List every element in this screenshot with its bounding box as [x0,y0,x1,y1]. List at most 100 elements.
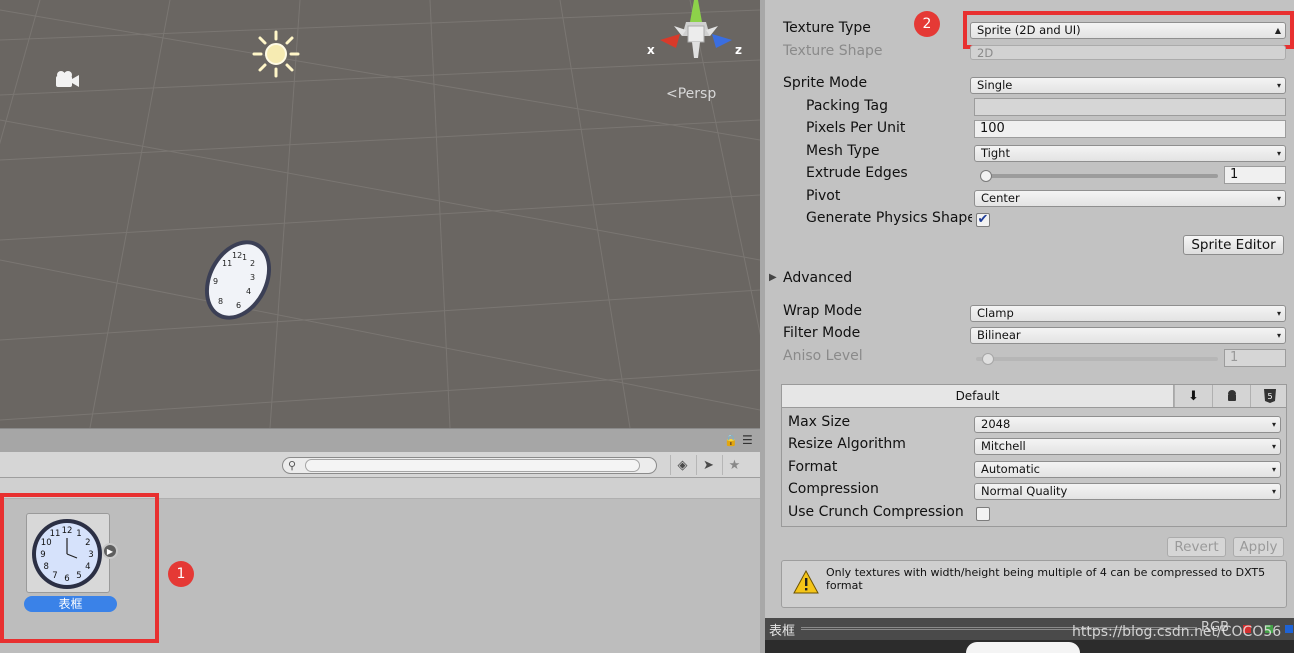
texture-shape-label: Texture Shape [783,43,883,59]
help-box: Only textures with width/height being mu… [781,560,1287,608]
extrude-edges-label: Extrude Edges [806,165,908,181]
clock-sprite[interactable]: 12 12 346 8911 [198,236,278,326]
chevron-left-icon: < [666,86,678,102]
svg-text:8: 8 [218,297,223,306]
project-tab-bar: 🔒 ☰ [0,428,760,452]
sprite-editor-button[interactable]: Sprite Editor [1183,235,1284,255]
preview-sprite-image [966,642,1080,653]
svg-text:4: 4 [246,287,251,296]
sprite-mode-dropdown[interactable]: Single ▾ [970,77,1286,94]
axis-x-label: x [647,43,655,57]
svg-text:6: 6 [236,301,241,310]
compression-label: Compression [788,481,879,497]
generate-physics-shape-label: Generate Physics Shape [806,210,972,226]
project-toolbar: ⚲ ◈ ➤ ★ [0,452,760,478]
svg-text:12: 12 [232,251,242,260]
svg-text:3: 3 [250,273,255,282]
svg-text:11: 11 [222,259,232,268]
highlight-box-texture-type [963,11,1294,49]
aniso-level-slider [976,357,1218,361]
texture-shape-dropdown: 2D [970,45,1286,60]
extrude-edges-field[interactable]: 1 [1224,166,1286,184]
revert-button[interactable]: Revert [1167,537,1226,557]
packing-tag-field[interactable] [974,98,1286,116]
filter-by-type-icon[interactable]: ◈ [670,455,694,475]
resize-algorithm-value: Mitchell [981,439,1026,453]
max-size-value: 2048 [981,417,1011,431]
checkmark-icon: ✔ [977,212,989,227]
max-size-label: Max Size [788,414,851,430]
preview-title: 表框 [769,624,796,639]
dropdown-arrow-icon: ▾ [1271,420,1276,429]
generate-physics-shape-checkbox[interactable]: ✔ [976,213,990,227]
mesh-type-dropdown[interactable]: Tight ▾ [974,145,1286,162]
sprite-mode-label: Sprite Mode [783,75,868,91]
max-size-dropdown[interactable]: 2048 ▾ [974,416,1281,433]
preview-area [765,640,1294,653]
dropdown-arrow-icon: ▾ [1271,465,1276,474]
aniso-level-field: 1 [1224,349,1286,367]
axis-z-label: z [735,43,742,57]
highlight-box-asset [0,493,159,643]
wrap-mode-label: Wrap Mode [783,303,863,319]
html5-icon[interactable]: 5 [1250,385,1288,407]
format-dropdown[interactable]: Automatic ▾ [974,461,1281,478]
foldout-arrow-icon[interactable]: ▶ [769,272,777,283]
format-label: Format [788,459,838,475]
compression-dropdown[interactable]: Normal Quality ▾ [974,483,1281,500]
search-input[interactable] [305,459,640,472]
download-standalone-icon[interactable]: ⬇ [1174,385,1212,407]
mesh-type-value: Tight [981,146,1010,160]
lock-icon[interactable]: 🔒 [724,434,738,447]
platform-tabs: Default ⬇ 5 [781,384,1287,408]
advanced-foldout[interactable]: Advanced [783,270,852,286]
mesh-type-label: Mesh Type [806,143,880,159]
pivot-dropdown[interactable]: Center ▾ [974,190,1286,207]
resize-algorithm-dropdown[interactable]: Mitchell ▾ [974,438,1281,455]
compression-value: Normal Quality [981,484,1068,498]
svg-text:5: 5 [1267,392,1272,401]
filter-by-label-icon[interactable]: ➤ [696,455,720,475]
sun-light-icon[interactable] [250,30,302,78]
perspective-toggle[interactable]: <Persp [666,86,716,102]
resize-algorithm-label: Resize Algorithm [788,436,906,452]
favorite-star-icon[interactable]: ★ [722,455,746,475]
scene-view[interactable]: 12 1 2 346 8 9 11 x z <Persp [0,0,760,428]
wrap-mode-dropdown[interactable]: Clamp ▾ [970,305,1286,322]
dropdown-arrow-icon: ▾ [1276,194,1281,203]
panel-menu-icon[interactable]: ☰ [742,433,753,447]
svg-text:9: 9 [213,277,218,286]
format-value: Automatic [981,462,1040,476]
pixels-per-unit-field[interactable]: 100 [974,120,1286,138]
texture-shape-value: 2D [977,46,994,60]
android-icon[interactable] [1212,385,1250,407]
search-field[interactable]: ⚲ [282,457,657,474]
channel-blue-icon[interactable] [1285,625,1293,633]
packing-tag-label: Packing Tag [806,98,888,114]
extrude-edges-slider[interactable] [980,174,1218,178]
pivot-label: Pivot [806,188,841,204]
pivot-value: Center [981,191,1020,205]
android-robot-icon [1227,390,1236,401]
filter-mode-value: Bilinear [977,328,1021,342]
annotation-badge-1: 1 [168,561,194,587]
dropdown-arrow-icon: ▾ [1276,309,1281,318]
wrap-mode-value: Clamp [977,306,1014,320]
use-crunch-compression-checkbox[interactable] [976,507,990,521]
camera-icon[interactable] [54,70,82,90]
scene-gizmo-icon[interactable] [646,0,746,70]
pixels-per-unit-label: Pixels Per Unit [806,120,906,136]
extrude-edges-slider-knob[interactable] [980,170,992,182]
apply-button[interactable]: Apply [1233,537,1284,557]
help-message: Only textures with width/height being mu… [826,566,1266,592]
dropdown-arrow-icon: ▾ [1271,487,1276,496]
texture-type-label: Texture Type [783,20,871,36]
tab-default-platform[interactable]: Default [782,385,1174,407]
filter-mode-dropdown[interactable]: Bilinear ▾ [970,327,1286,344]
svg-text:2: 2 [250,259,255,268]
dropdown-arrow-icon: ▾ [1271,442,1276,451]
use-crunch-compression-label: Use Crunch Compression [788,504,964,520]
filter-mode-label: Filter Mode [783,325,861,341]
dropdown-arrow-icon: ▾ [1276,331,1281,340]
svg-text:1: 1 [242,253,247,262]
